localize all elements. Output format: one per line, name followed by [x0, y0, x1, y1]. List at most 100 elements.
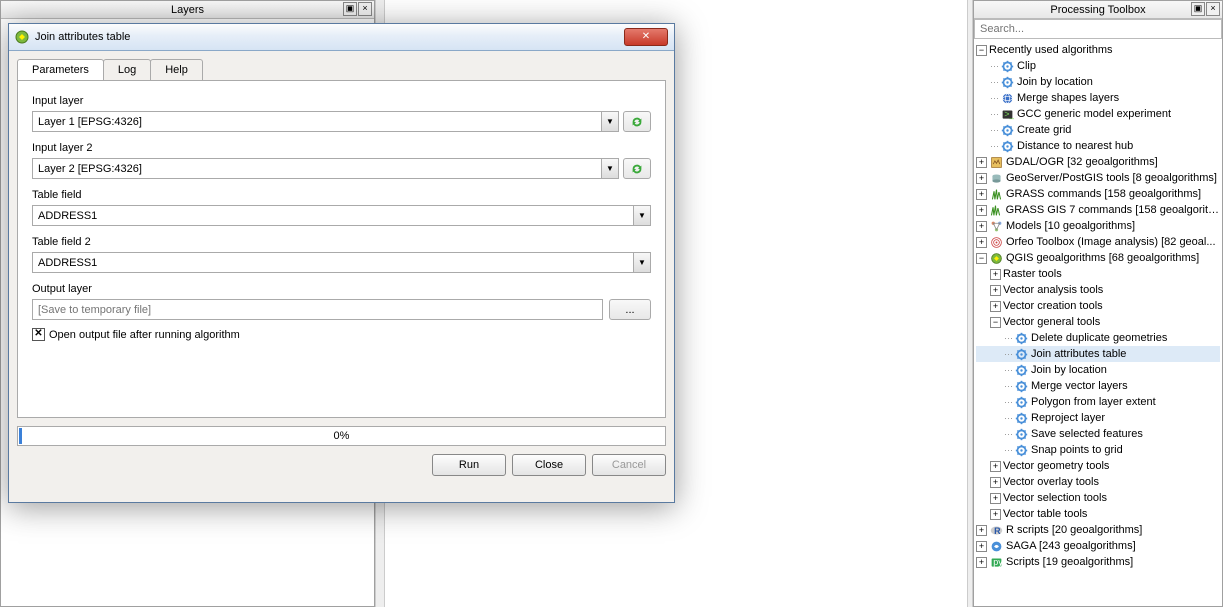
expand-icon[interactable]: + [990, 477, 1001, 488]
tree-item[interactable]: +Vector analysis tools [976, 282, 1220, 298]
collapse-icon[interactable]: − [976, 45, 987, 56]
tree-item[interactable]: +Vector overlay tools [976, 474, 1220, 490]
svg-text:>_: >_ [1004, 108, 1014, 118]
geo-icon [989, 171, 1003, 185]
tree-item[interactable]: +pyScripts [19 geoalgorithms] [976, 554, 1220, 570]
toolbox-search-input[interactable] [974, 19, 1222, 39]
tree-branch-icon: ⋯ [990, 141, 998, 152]
tree-item[interactable]: ⋯Distance to nearest hub [976, 138, 1220, 154]
tree-item-label: Vector general tools [1003, 316, 1100, 328]
join-attributes-dialog: Join attributes table ✕ Parameters Log H… [8, 23, 675, 503]
parameters-page: Input layer Layer 1 [EPSG:4326]▼ Input l… [17, 80, 666, 418]
collapse-icon[interactable]: − [990, 317, 1001, 328]
dialog-titlebar[interactable]: Join attributes table ✕ [9, 24, 674, 51]
tree-item[interactable]: ⋯Clip [976, 58, 1220, 74]
collapse-icon[interactable]: − [976, 253, 987, 264]
tree-item[interactable]: +Vector selection tools [976, 490, 1220, 506]
iterate-button-1[interactable] [623, 111, 651, 132]
expand-icon[interactable]: + [976, 205, 987, 216]
tree-item[interactable]: ⋯Polygon from layer extent [976, 394, 1220, 410]
tree-item-label: Vector analysis tools [1003, 284, 1103, 296]
dialog-close-button[interactable]: ✕ [624, 28, 668, 46]
grass-icon [989, 203, 1003, 217]
tree-item[interactable]: ⋯Merge vector layers [976, 378, 1220, 394]
output-layer-input[interactable] [32, 299, 603, 320]
expand-icon[interactable]: + [976, 557, 987, 568]
tree-item[interactable]: ⋯Join by location [976, 362, 1220, 378]
expand-icon[interactable]: + [990, 509, 1001, 520]
toolbox-undock-button[interactable]: ▣ [1191, 2, 1205, 16]
expand-icon[interactable]: + [976, 525, 987, 536]
tree-item[interactable]: ⋯Merge shapes layers [976, 90, 1220, 106]
expand-icon[interactable]: + [976, 189, 987, 200]
input-layer-value: Layer 1 [EPSG:4326] [33, 116, 601, 128]
tree-item[interactable]: +GeoServer/PostGIS tools [8 geoalgorithm… [976, 170, 1220, 186]
tree-item[interactable]: ⋯>_GCC generic model experiment [976, 106, 1220, 122]
recent-icon [1000, 123, 1014, 137]
tab-parameters[interactable]: Parameters [17, 59, 104, 80]
tree-item[interactable]: +GRASS commands [158 geoalgorithms] [976, 186, 1220, 202]
alg-icon [1014, 427, 1028, 441]
input-layer2-select[interactable]: Layer 2 [EPSG:4326]▼ [32, 158, 619, 179]
toolbox-close-button[interactable]: × [1206, 2, 1220, 16]
expand-icon[interactable]: + [976, 173, 987, 184]
expand-icon[interactable]: + [990, 461, 1001, 472]
toolbox-panel-header: Processing Toolbox ▣ × [974, 1, 1222, 19]
expand-icon[interactable]: + [990, 269, 1001, 280]
tree-item[interactable]: ⋯Delete duplicate geometries [976, 330, 1220, 346]
open-after-checkbox[interactable]: ✕ [32, 328, 45, 341]
tree-item[interactable]: +Raster tools [976, 266, 1220, 282]
input-layer2-label: Input layer 2 [32, 142, 651, 154]
close-button[interactable]: Close [512, 454, 586, 476]
layers-undock-button[interactable]: ▣ [343, 2, 357, 16]
iterate-button-2[interactable] [623, 158, 651, 179]
tree-item[interactable]: ⋯Save selected features [976, 426, 1220, 442]
expand-icon[interactable]: + [990, 285, 1001, 296]
tree-item-label: Merge vector layers [1031, 380, 1128, 392]
tab-help[interactable]: Help [150, 59, 203, 80]
layers-close-button[interactable]: × [358, 2, 372, 16]
table-field2-select[interactable]: ADDRESS1▼ [32, 252, 651, 273]
table-field2-label: Table field 2 [32, 236, 651, 248]
tree-item-label: Models [10 geoalgorithms] [1006, 220, 1135, 232]
table-field-select[interactable]: ADDRESS1▼ [32, 205, 651, 226]
input-layer-select[interactable]: Layer 1 [EPSG:4326]▼ [32, 111, 619, 132]
expand-icon[interactable]: + [990, 301, 1001, 312]
processing-toolbox-panel: Processing Toolbox ▣ × −Recently used al… [973, 0, 1223, 607]
tree-item-label: GRASS GIS 7 commands [158 geoalgorith... [1006, 204, 1220, 216]
tree-item[interactable]: ⋯Join attributes table [976, 346, 1220, 362]
alg-icon [1014, 347, 1028, 361]
tree-item[interactable]: +Vector table tools [976, 506, 1220, 522]
algorithm-tree[interactable]: −Recently used algorithms⋯Clip⋯Join by l… [974, 39, 1222, 573]
tree-item[interactable]: −Vector general tools [976, 314, 1220, 330]
tree-item[interactable]: +SAGA [243 geoalgorithms] [976, 538, 1220, 554]
tree-item[interactable]: ⋯Reproject layer [976, 410, 1220, 426]
tree-item[interactable]: +Vector creation tools [976, 298, 1220, 314]
expand-icon[interactable]: + [990, 493, 1001, 504]
tree-item-label: Save selected features [1031, 428, 1143, 440]
progress-bar: 0% [17, 426, 666, 446]
tree-item[interactable]: + GRASS GIS 7 commands [158 geoalgorith..… [976, 202, 1220, 218]
cancel-button[interactable]: Cancel [592, 454, 666, 476]
tree-branch-icon: ⋯ [990, 61, 998, 72]
tree-item[interactable]: +RR scripts [20 geoalgorithms] [976, 522, 1220, 538]
tree-item[interactable]: ⋯Create grid [976, 122, 1220, 138]
alg-icon [1014, 411, 1028, 425]
tree-item[interactable]: + Models [10 geoalgorithms] [976, 218, 1220, 234]
expand-icon[interactable]: + [976, 237, 987, 248]
tree-item[interactable]: −Recently used algorithms [976, 42, 1220, 58]
tree-item[interactable]: −QGIS geoalgorithms [68 geoalgorithms] [976, 250, 1220, 266]
tree-item[interactable]: ⋯Snap points to grid [976, 442, 1220, 458]
tab-log[interactable]: Log [103, 59, 151, 80]
browse-output-button[interactable]: ... [609, 299, 651, 320]
tree-branch-icon: ⋯ [990, 109, 998, 120]
expand-icon[interactable]: + [976, 157, 987, 168]
run-button[interactable]: Run [432, 454, 506, 476]
tree-item[interactable]: +Orfeo Toolbox (Image analysis) [82 geoa… [976, 234, 1220, 250]
tree-item[interactable]: +Vector geometry tools [976, 458, 1220, 474]
expand-icon[interactable]: + [976, 541, 987, 552]
tree-item[interactable]: ⋯Join by location [976, 74, 1220, 90]
expand-icon[interactable]: + [976, 221, 987, 232]
tree-branch-icon: ⋯ [1004, 413, 1012, 424]
tree-item[interactable]: +GDAL/OGR [32 geoalgorithms] [976, 154, 1220, 170]
